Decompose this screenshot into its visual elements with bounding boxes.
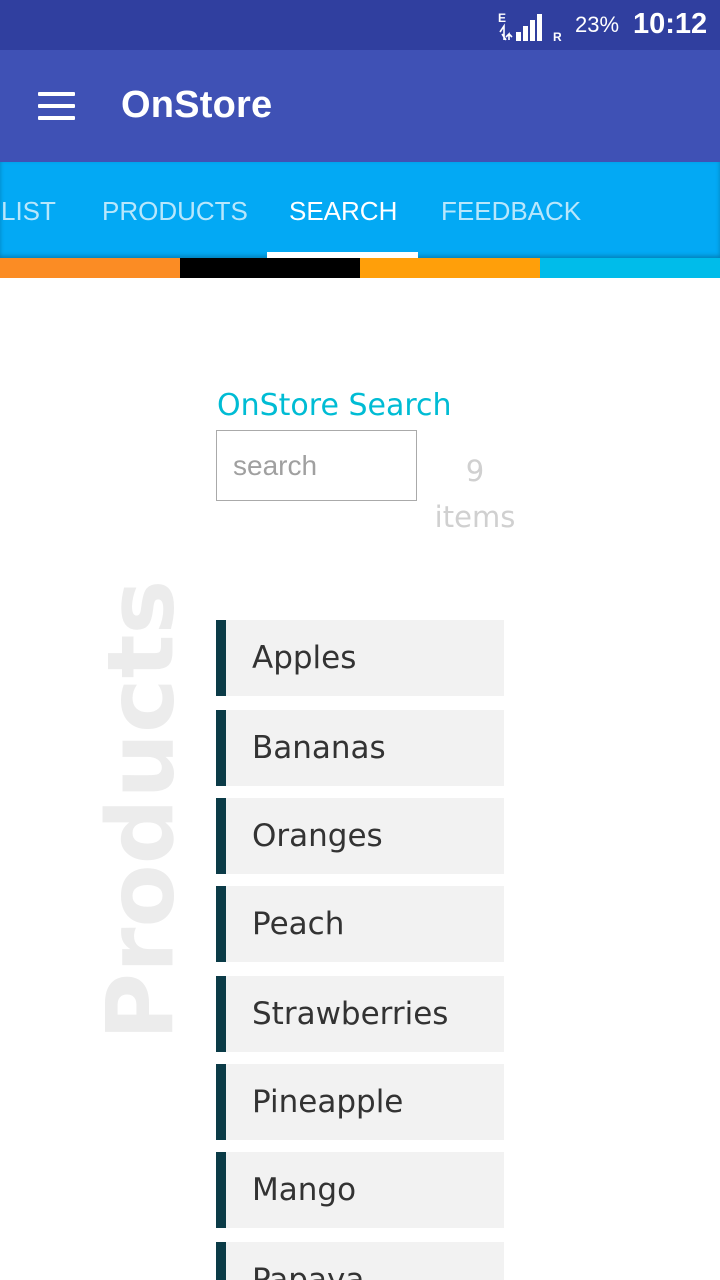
list-item[interactable]: Papaya — [216, 1242, 504, 1280]
tab-list[interactable]: LIST — [1, 162, 56, 258]
clock: 10:12 — [633, 8, 708, 40]
tab-products[interactable]: PRODUCTS — [102, 162, 248, 258]
products-section-label: Products — [88, 580, 195, 1041]
tab-feedback[interactable]: FEEDBACK — [441, 162, 581, 258]
search-heading: OnStore Search — [217, 388, 452, 423]
status-bar: E R 23% 10:12 — [0, 0, 720, 50]
tab-bar: LIST PRODUCTS SEARCH FEEDBACK — [0, 162, 720, 258]
products-vertical-text: Products — [87, 579, 195, 1041]
list-item-label: Peach — [252, 906, 345, 942]
list-item[interactable]: Strawberries — [216, 976, 504, 1052]
item-count-label: items — [434, 500, 516, 534]
network-type-label: E — [498, 11, 506, 25]
list-item-label: Apples — [252, 640, 357, 676]
list-item-label: Mango — [252, 1172, 357, 1208]
color-strip-segment — [180, 258, 360, 278]
hamburger-menu-icon[interactable] — [22, 72, 90, 140]
list-item[interactable]: Bananas — [216, 710, 504, 786]
item-count-number: 9 — [465, 454, 485, 488]
app-bar: OnStore — [0, 50, 720, 162]
item-count: 9 items — [434, 448, 516, 540]
color-strip-segment — [360, 258, 540, 278]
list-item[interactable]: Apples — [216, 620, 504, 696]
list-item-label: Strawberries — [252, 996, 449, 1032]
list-item[interactable]: Oranges — [216, 798, 504, 874]
list-item[interactable]: Peach — [216, 886, 504, 962]
list-item[interactable]: Mango — [216, 1152, 504, 1228]
color-strip — [0, 258, 720, 278]
list-item-label: Pineapple — [252, 1084, 404, 1120]
list-item-label: Papaya — [252, 1262, 365, 1280]
color-strip-segment — [540, 258, 720, 278]
tab-search[interactable]: SEARCH — [289, 162, 397, 258]
search-input[interactable] — [216, 430, 417, 501]
roaming-label: R — [553, 30, 562, 42]
battery-percentage: 23% — [575, 12, 620, 37]
color-strip-segment — [0, 258, 180, 278]
list-item[interactable]: Pineapple — [216, 1064, 504, 1140]
signal-strength-icon: E R — [498, 11, 562, 42]
list-item-label: Oranges — [252, 818, 383, 854]
list-item-label: Bananas — [252, 730, 386, 766]
app-title: OnStore — [121, 84, 273, 126]
